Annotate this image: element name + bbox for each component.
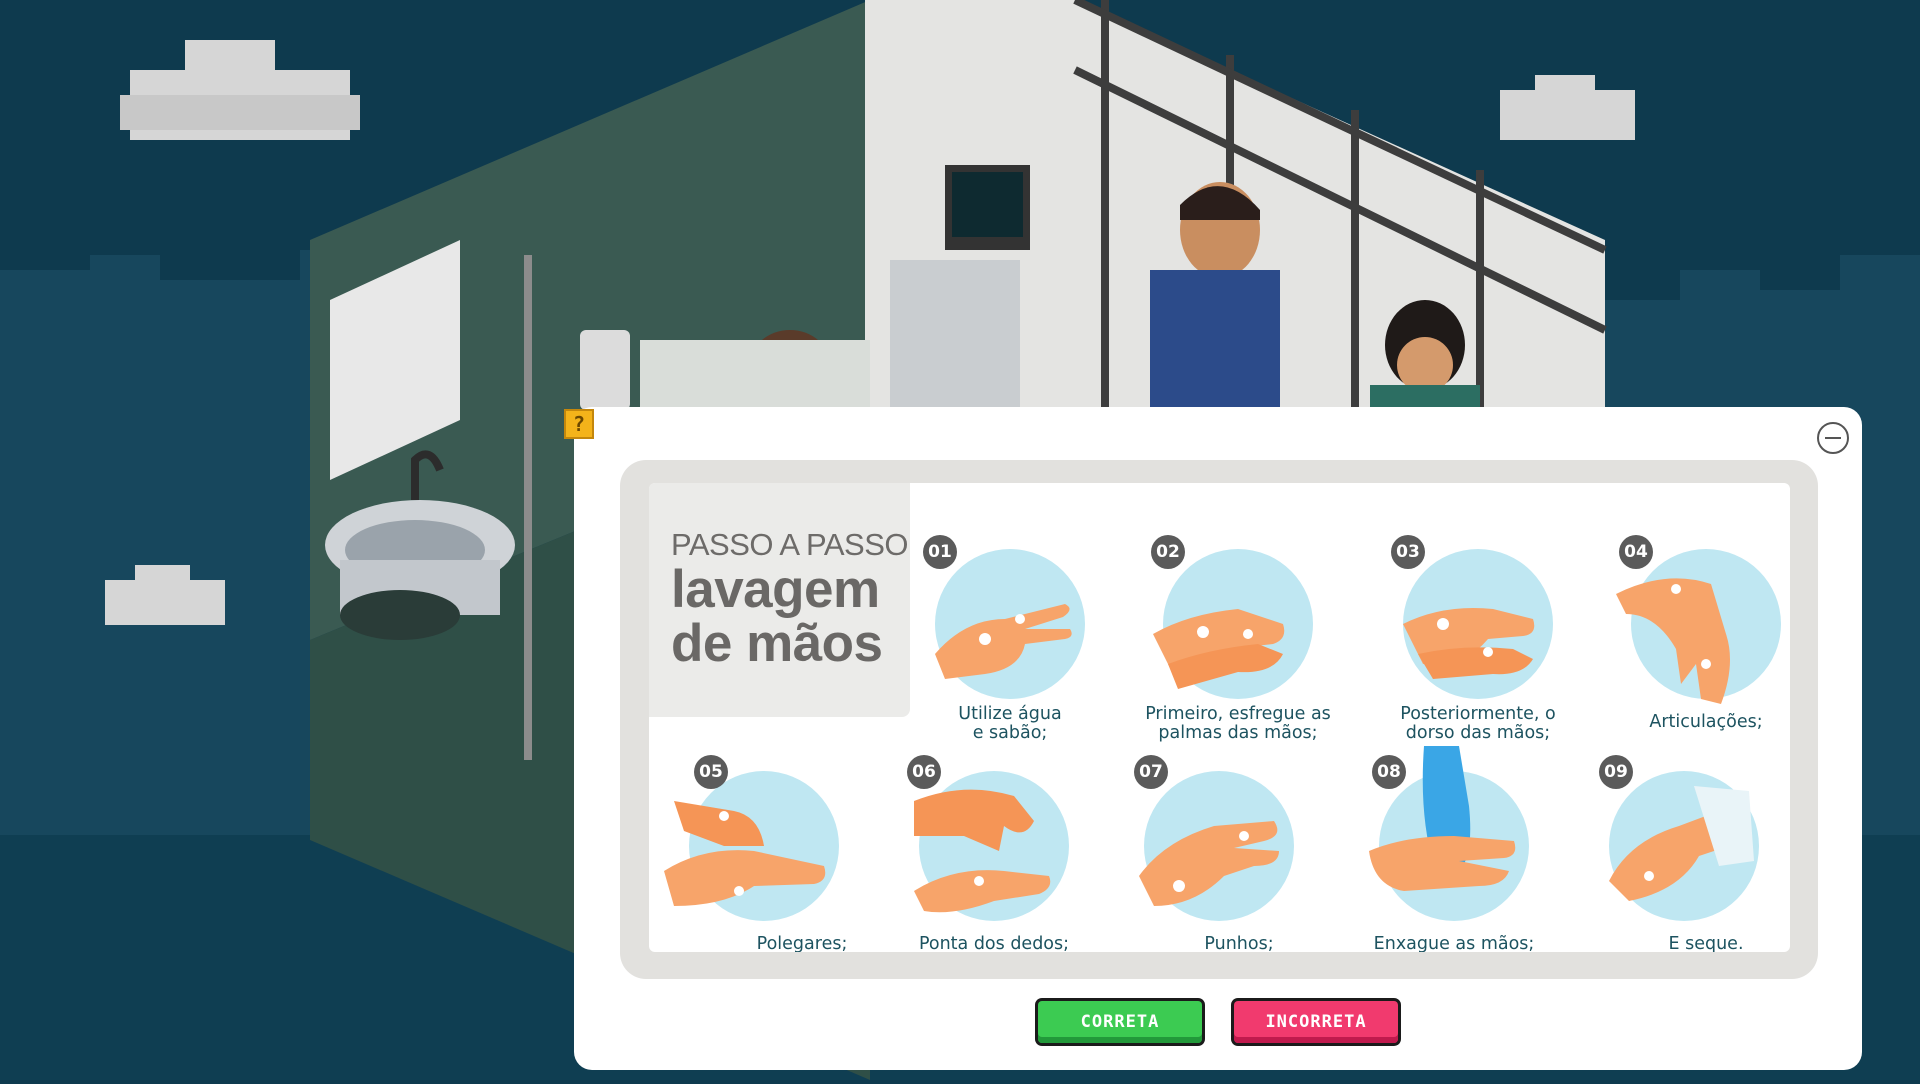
minimize-icon[interactable] (1817, 422, 1849, 454)
step-number: 01 (923, 535, 957, 569)
step-03: 03 Posteriormente, o dorso das mãos; (1363, 513, 1593, 743)
step-number: 02 (1151, 535, 1185, 569)
step-number: 09 (1599, 755, 1633, 789)
incorrect-button[interactable]: INCORRETA (1234, 1001, 1398, 1043)
hands-icon (1153, 609, 1285, 689)
poster-title: lavagem de mãos (671, 563, 883, 671)
hands-icon (935, 604, 1072, 679)
step-illustration (664, 771, 839, 921)
step-01: 01 Utilize água e sabão; (895, 513, 1125, 743)
step-number: 03 (1391, 535, 1425, 569)
step-illustration (1609, 771, 1759, 921)
step-09: 09 E seque. (1569, 735, 1790, 952)
handwashing-poster: PASSO A PASSO lavagem de mãos 01 Utilize… (649, 483, 1790, 952)
step-number: 07 (1134, 755, 1168, 789)
step-illustration (1403, 549, 1553, 699)
poster-subtitle: PASSO A PASSO (671, 527, 909, 562)
step-04: 04 Articulações; (1591, 513, 1790, 733)
hands-icon (1616, 578, 1730, 704)
poster-title-box: PASSO A PASSO lavagem de mãos (649, 483, 910, 717)
step-number: 06 (907, 755, 941, 789)
step-illustration (914, 771, 1069, 921)
hands-icon (914, 789, 1051, 913)
step-illustration (1139, 771, 1294, 921)
step-label: Punhos; (1204, 934, 1274, 953)
step-number: 08 (1372, 755, 1406, 789)
step-illustration (1153, 549, 1313, 699)
step-illustration (1369, 746, 1529, 921)
hands-icon (1139, 821, 1279, 906)
step-number: 05 (694, 755, 728, 789)
step-05: 05 Polegares; (649, 735, 879, 952)
step-label: Ponta dos dedos; (918, 934, 1070, 953)
hands-icon (1403, 608, 1535, 679)
step-08: 08 Enxague as mãos; (1339, 735, 1569, 952)
step-illustration (935, 549, 1085, 699)
step-label: Enxague as mãos; (1373, 934, 1535, 953)
step-06: 06 Ponta dos dedos; (879, 735, 1109, 952)
help-icon[interactable]: ? (564, 409, 594, 439)
correct-button[interactable]: CORRETA (1038, 1001, 1202, 1043)
step-07: 07 Punhos; (1104, 735, 1334, 952)
step-illustration (1616, 549, 1781, 704)
hands-icon (664, 801, 826, 906)
poster-title-line1: lavagem (671, 560, 880, 619)
poster-title-line2: de mãos (671, 614, 883, 673)
hands-icon (1609, 786, 1754, 901)
step-label: Articulações; (1649, 712, 1763, 732)
step-02: 02 Primeiro, esfregue as palmas das mãos… (1123, 513, 1353, 743)
step-label: E seque. (1668, 934, 1744, 953)
step-number: 04 (1619, 535, 1653, 569)
